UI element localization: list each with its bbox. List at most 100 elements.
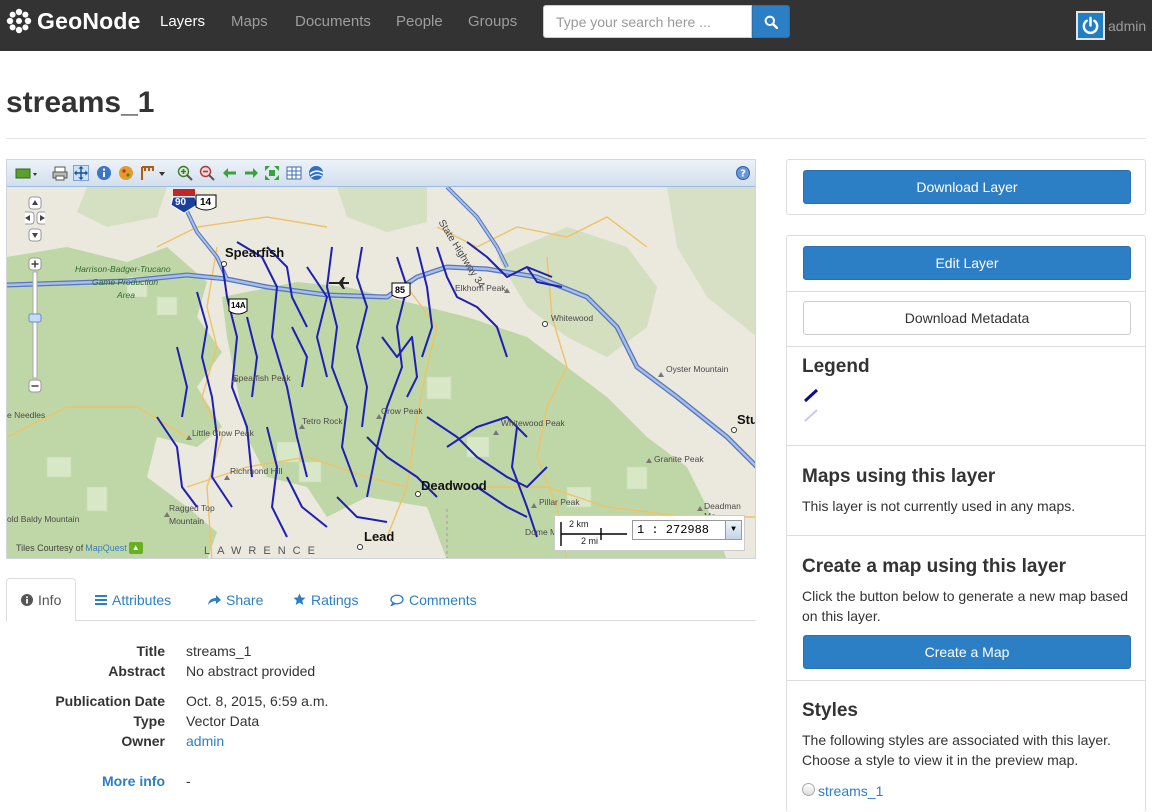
globe-icon[interactable] xyxy=(308,165,324,181)
maps-heading: Maps using this layer xyxy=(802,466,996,487)
map-label-crow-peak: Crow Peak xyxy=(381,406,423,416)
map-label-area: Area xyxy=(117,290,135,300)
map-toolbar: ? xyxy=(7,160,755,187)
info-owner-link[interactable]: admin xyxy=(186,733,224,749)
zoom-in-icon[interactable] xyxy=(177,165,193,181)
map-label-pillar: Pillar Peak xyxy=(539,497,580,507)
info-icon[interactable] xyxy=(96,165,112,181)
chevron-down-icon: ▼ xyxy=(725,521,741,539)
scale-select[interactable]: 1 : 272988 ▼ xyxy=(632,520,742,540)
search-input[interactable] xyxy=(543,5,752,38)
grid-icon[interactable] xyxy=(286,165,302,181)
style-radio[interactable] xyxy=(802,783,815,796)
tab-info-label: Info xyxy=(38,592,62,608)
map-label-whitewood-peak: Whitewood Peak xyxy=(501,418,565,428)
map-label-deadwood: Deadwood xyxy=(421,478,487,493)
panel-divider xyxy=(787,680,1145,681)
info-pubdate-label: Publication Date xyxy=(55,693,165,709)
download-metadata-button[interactable]: Download Metadata xyxy=(803,301,1131,335)
create-map-button[interactable]: Create a Map xyxy=(803,635,1131,669)
styles-heading: Styles xyxy=(802,700,858,721)
nav-maps[interactable]: Maps xyxy=(231,13,268,30)
info-pubdate-value: Oct. 8, 2015, 6:59 a.m. xyxy=(186,693,329,709)
download-panel: Download Layer xyxy=(786,159,1146,215)
style-link[interactable]: streams_1 xyxy=(818,783,883,799)
download-layer-button[interactable]: Download Layer xyxy=(803,170,1131,204)
map-label-harrison: Harrison-Badger-Trucano xyxy=(75,264,171,274)
map-viewer[interactable]: ? Spearfish Deadwood Lead Whitewood Stu … xyxy=(6,159,756,559)
layer-tabs: Info Attributes Share Ratings Comments xyxy=(6,578,756,622)
tab-comments[interactable]: Comments xyxy=(390,578,477,621)
map-label-stu: Stu xyxy=(737,412,756,427)
zoom-extent-icon[interactable] xyxy=(264,165,280,181)
info-title-value: streams_1 xyxy=(186,643,252,659)
svg-text:?: ? xyxy=(740,169,746,180)
map-label-granite: Granite Peak xyxy=(654,454,704,464)
info-type-label: Type xyxy=(133,713,165,729)
nav-documents[interactable]: Documents xyxy=(295,13,371,30)
info-more-value: - xyxy=(186,773,191,789)
map-label-i90: 90 xyxy=(175,197,187,208)
map-label-little-crow: Little Crow Peak xyxy=(192,428,254,438)
edit-layer-button[interactable]: Edit Layer xyxy=(803,246,1131,280)
nav-layers[interactable]: Layers xyxy=(160,13,205,30)
help-icon[interactable]: ? xyxy=(735,165,751,181)
query-icon[interactable] xyxy=(118,165,134,181)
print-icon[interactable] xyxy=(52,165,68,181)
tab-info[interactable]: Info xyxy=(6,578,77,622)
map-label-us14a: 14A xyxy=(231,301,246,310)
tab-share[interactable]: Share xyxy=(207,578,263,621)
credit-provider-link[interactable]: MapQuest xyxy=(85,543,127,553)
user-menu[interactable]: admin xyxy=(1108,18,1146,34)
title-divider xyxy=(6,138,1146,139)
info-abstract-value: No abstract provided xyxy=(186,663,316,679)
panel-divider xyxy=(787,445,1145,446)
info-owner-label: Owner xyxy=(121,733,165,749)
map-label-us14: 14 xyxy=(200,197,212,208)
avatar[interactable] xyxy=(1076,11,1105,40)
measure-icon[interactable] xyxy=(140,165,166,181)
styles-text: The following styles are associated with… xyxy=(802,732,1111,768)
layers-icon[interactable] xyxy=(15,165,39,181)
tab-ratings[interactable]: Ratings xyxy=(293,578,358,621)
legend-swatch xyxy=(803,388,819,422)
pan-controls xyxy=(25,196,45,242)
map-label-oyster: Oyster Mountain xyxy=(666,364,729,374)
map-label-ragged-top: Ragged Top xyxy=(169,503,215,513)
map-label-us85: 85 xyxy=(395,285,406,295)
map-label-game: Game Production xyxy=(92,277,159,287)
forward-icon[interactable] xyxy=(243,165,259,181)
nav-groups[interactable]: Groups xyxy=(468,13,517,30)
tab-attributes[interactable]: Attributes xyxy=(95,578,171,621)
info-circle-icon xyxy=(21,594,33,606)
map-canvas[interactable] xyxy=(7,187,756,559)
tab-ratings-label: Ratings xyxy=(311,591,359,608)
nav-people[interactable]: People xyxy=(396,13,443,30)
map-label-lawrence: LAWRENCE xyxy=(204,545,322,557)
zoom-out-icon[interactable] xyxy=(199,165,215,181)
info-title-label: Title xyxy=(136,643,165,659)
page-title: streams_1 xyxy=(6,86,155,119)
tab-comments-label: Comments xyxy=(409,591,477,608)
legend-heading: Legend xyxy=(802,356,870,377)
scale-km: 2 km xyxy=(569,519,589,529)
map-label-needles: e Needles xyxy=(7,410,46,420)
search-button[interactable] xyxy=(752,5,790,38)
brand-name: GeoNode xyxy=(37,7,141,34)
create-map-text: Click the button below to generate a new… xyxy=(802,588,1129,624)
zoom-slider[interactable] xyxy=(25,196,45,401)
pan-icon[interactable] xyxy=(73,165,89,181)
brand-link[interactable]: GeoNode xyxy=(6,8,141,34)
mapquest-logo-icon: ▲ xyxy=(128,542,143,554)
search-icon xyxy=(764,15,778,29)
map-label-lead: Lead xyxy=(364,529,395,544)
star-icon xyxy=(293,593,306,605)
map-label-tetro: Tetro Rock xyxy=(302,416,343,426)
panel-divider xyxy=(787,291,1145,292)
more-info-link[interactable]: More info xyxy=(102,773,165,789)
panel-divider xyxy=(787,346,1145,347)
map-label-baldy: old Baldy Mountain xyxy=(7,514,80,524)
map-label-spearfish-peak: Spearfish Peak xyxy=(233,373,291,383)
share-icon xyxy=(208,594,221,605)
back-icon[interactable] xyxy=(222,165,238,181)
